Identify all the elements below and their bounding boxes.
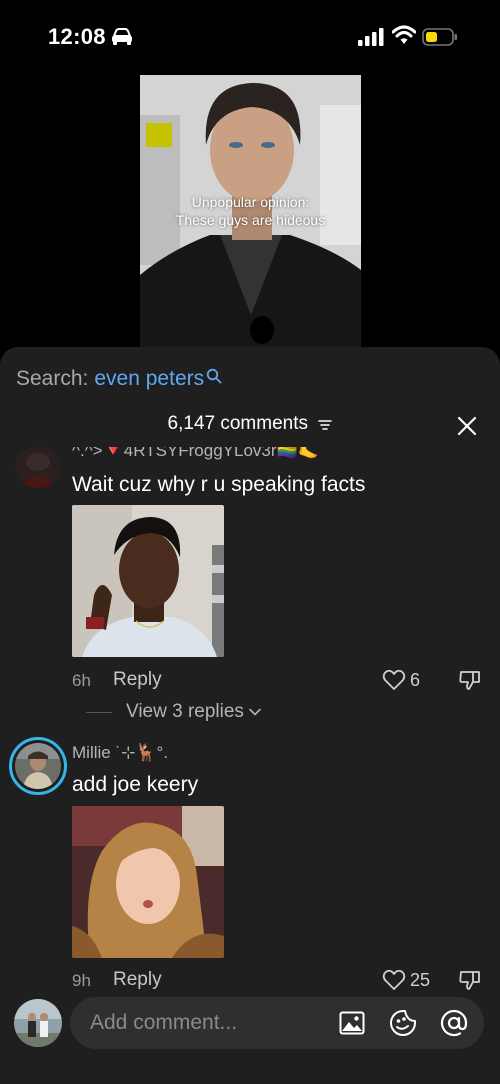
like-count: 6 <box>410 670 421 690</box>
wifi-icon <box>392 25 416 44</box>
cellular-signal-icon <box>358 28 384 46</box>
video-caption-line2: These guys are hideous <box>175 212 326 228</box>
search-label: Search: <box>16 367 89 390</box>
heart-icon[interactable] <box>382 669 406 691</box>
comments-sheet: Search: even peters 6,147 comments ^.^>🔻… <box>0 347 500 1084</box>
dislike-icon[interactable] <box>458 969 482 991</box>
view-replies-divider <box>86 711 112 713</box>
comments-count: 6,147 comments <box>167 413 308 434</box>
comment-username[interactable]: ^.^>🔻4RTSYFroggYLov3r🏳️‍🌈🦶 <box>72 447 319 461</box>
status-bar: 12:08 <box>0 0 500 70</box>
search-term-link[interactable]: even peters <box>94 367 204 391</box>
comment-time: 9h <box>72 971 91 990</box>
comment-list[interactable]: ^.^>🔻4RTSYFroggYLov3r🏳️‍🌈🦶 Wait cuz why … <box>0 447 500 991</box>
add-comment-input[interactable] <box>70 997 484 1049</box>
reply-button[interactable]: Reply <box>113 669 162 691</box>
mention-icon[interactable] <box>440 1009 468 1037</box>
dislike-icon[interactable] <box>458 669 482 691</box>
comment-image[interactable] <box>72 806 224 958</box>
battery-icon <box>422 28 457 46</box>
status-time: 12:08 <box>48 24 106 49</box>
car-icon <box>112 28 132 45</box>
avatar[interactable] <box>15 447 61 488</box>
image-icon[interactable] <box>339 1011 365 1035</box>
like-count: 25 <box>410 970 431 990</box>
comment-input-bar <box>0 991 500 1084</box>
view-replies-button[interactable]: View 3 replies <box>86 701 261 723</box>
close-icon[interactable] <box>456 415 478 437</box>
comment-time: 6h <box>72 671 91 690</box>
video-caption-line1: Unpopular opinion: <box>191 194 310 210</box>
video-caption: Unpopular opinion: These guys are hideou… <box>140 193 361 229</box>
reply-button[interactable]: Reply <box>113 969 162 991</box>
comment-text: Wait cuz why r u speaking facts <box>72 473 366 496</box>
heart-icon[interactable] <box>382 969 406 991</box>
search-suggestion[interactable]: Search: even peters <box>16 365 222 393</box>
video-player[interactable]: Unpopular opinion: These guys are hideou… <box>140 75 361 365</box>
emoji-icon[interactable] <box>389 1009 417 1037</box>
chevron-down-icon <box>249 708 261 716</box>
sort-icon[interactable] <box>318 419 333 431</box>
comment-text: add joe keery <box>72 773 199 796</box>
search-icon <box>206 368 222 384</box>
comment-image[interactable] <box>72 505 224 657</box>
view-replies-label: View 3 replies <box>126 701 244 722</box>
comment-username[interactable]: Millie ˙⊹🦌°. <box>72 743 168 763</box>
avatar-with-story-ring[interactable] <box>9 737 67 795</box>
my-avatar[interactable] <box>14 999 62 1047</box>
comments-header: 6,147 comments <box>0 413 500 439</box>
